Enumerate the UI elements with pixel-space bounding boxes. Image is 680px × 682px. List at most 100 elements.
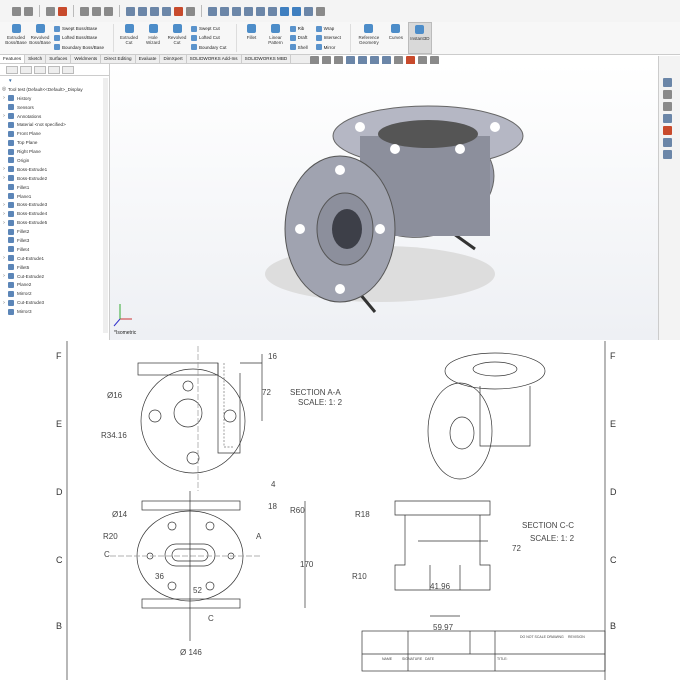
- swept-cut-button[interactable]: Swept Cut: [191, 25, 227, 32]
- view-palette-icon[interactable]: [663, 114, 672, 123]
- tree-item[interactable]: Fillet3: [0, 236, 109, 245]
- extruded-boss-button[interactable]: Extruded Boss/Base: [4, 22, 28, 54]
- dimetric-view-icon[interactable]: [304, 6, 313, 16]
- expand-icon[interactable]: ›: [0, 273, 8, 279]
- tree-item[interactable]: Plane2: [0, 280, 109, 289]
- appearance-icon[interactable]: [174, 6, 183, 16]
- select-icon[interactable]: [46, 6, 55, 16]
- left-view-icon[interactable]: [244, 6, 253, 16]
- tree-item[interactable]: Fillet5: [0, 263, 109, 272]
- instant3d-button[interactable]: Instant3D: [407, 22, 432, 54]
- tree-item[interactable]: Front Plane: [0, 129, 109, 138]
- lofted-cut-button[interactable]: Lofted Cut: [191, 34, 227, 41]
- tree-item[interactable]: › Cut-Extrude3: [0, 298, 109, 307]
- tree-item[interactable]: Plane1: [0, 192, 109, 201]
- hole-wizard-button[interactable]: Hole Wizard: [141, 22, 165, 54]
- tree-item[interactable]: › Boss-Extrude3: [0, 200, 109, 209]
- tab-direct-editing[interactable]: Direct Editing: [101, 55, 136, 63]
- tab-weldments[interactable]: Weldments: [71, 55, 102, 63]
- view-icon[interactable]: [126, 6, 135, 16]
- graphics-viewport[interactable]: [110, 64, 658, 340]
- tab-addins[interactable]: SOLIDWORKS Add-Ins: [187, 55, 242, 63]
- forum-icon[interactable]: [663, 150, 672, 159]
- expand-icon[interactable]: ›: [0, 211, 8, 217]
- design-library-icon[interactable]: [663, 90, 672, 99]
- tree-item[interactable]: Material <not specified>: [0, 120, 109, 129]
- front-view-icon[interactable]: [220, 6, 229, 16]
- monitor-icon[interactable]: [186, 6, 195, 16]
- tab-dimxpert[interactable]: DimXpert: [160, 55, 187, 63]
- shell-button[interactable]: Shell: [289, 44, 308, 51]
- sketch-icon[interactable]: [104, 6, 113, 16]
- expand-icon[interactable]: ›: [0, 220, 8, 226]
- fillet-button[interactable]: Fillet: [240, 22, 264, 54]
- top-view-icon[interactable]: [268, 6, 277, 16]
- tree-item[interactable]: Sensors: [0, 103, 109, 112]
- display-manager-tab[interactable]: [62, 66, 74, 74]
- curves-button[interactable]: Curves: [384, 22, 408, 54]
- configuration-manager-tab[interactable]: [34, 66, 46, 74]
- trimetric-view-icon[interactable]: [292, 6, 301, 16]
- tree-item[interactable]: Fillet1: [0, 183, 109, 192]
- appearances-icon[interactable]: [663, 126, 672, 135]
- expand-icon[interactable]: ›: [0, 95, 8, 101]
- wrap-button[interactable]: Wrap: [315, 25, 341, 32]
- tab-surfaces[interactable]: Surfaces: [46, 55, 72, 63]
- tab-sketch[interactable]: Sketch: [25, 55, 47, 63]
- tree-item[interactable]: › Boss-Extrude1: [0, 165, 109, 174]
- expand-icon[interactable]: ›: [0, 255, 8, 261]
- tree-item[interactable]: Right Plane: [0, 147, 109, 156]
- tree-item[interactable]: › Cut-Extrude1: [0, 254, 109, 263]
- expand-icon[interactable]: ›: [0, 175, 8, 181]
- filter-icon[interactable]: ▼: [0, 76, 109, 85]
- property-manager-tab[interactable]: [20, 66, 32, 74]
- extruded-cut-button[interactable]: Extruded Cut: [117, 22, 141, 54]
- tree-item[interactable]: › History: [0, 94, 109, 103]
- expand-icon[interactable]: ›: [0, 166, 8, 172]
- tab-evaluate[interactable]: Evaluate: [136, 55, 161, 63]
- revolved-cut-button[interactable]: Revolved Cut: [165, 22, 189, 54]
- tree-item[interactable]: Fillet2: [0, 227, 109, 236]
- right-view-icon[interactable]: [256, 6, 265, 16]
- boundary-cut-button[interactable]: Boundary Cut: [191, 44, 227, 51]
- open-icon[interactable]: [24, 6, 33, 16]
- tab-features[interactable]: Features: [0, 55, 26, 63]
- swept-boss-button[interactable]: Swept Boss/Base: [54, 25, 104, 32]
- tree-item[interactable]: Top Plane: [0, 138, 109, 147]
- search-icon[interactable]: [80, 6, 89, 16]
- tree-root[interactable]: ◎ Tool test (Default<<Default>_Display: [0, 85, 109, 94]
- hide-icon[interactable]: [162, 6, 171, 16]
- tree-item[interactable]: › Boss-Extrude4: [0, 209, 109, 218]
- resources-icon[interactable]: [663, 78, 672, 87]
- tree-item[interactable]: Origin: [0, 156, 109, 165]
- tree-item[interactable]: › Annotations: [0, 112, 109, 121]
- isometric-view-icon[interactable]: [280, 6, 289, 16]
- expand-icon[interactable]: ›: [0, 300, 8, 306]
- reference-geometry-button[interactable]: Reference Geometry: [354, 22, 384, 54]
- linear-pattern-button[interactable]: Linear Pattern: [264, 22, 288, 54]
- tree-scrollbar[interactable]: [103, 78, 108, 333]
- tree-item[interactable]: › Boss-Extrude2: [0, 174, 109, 183]
- rebuild-icon[interactable]: [58, 6, 67, 16]
- lofted-boss-button[interactable]: Lofted Boss/Base: [54, 34, 104, 41]
- boundary-boss-button[interactable]: Boundary Boss/Base: [54, 44, 104, 51]
- dimxpert-manager-tab[interactable]: [48, 66, 60, 74]
- pencil-icon[interactable]: [316, 6, 325, 16]
- draft-button[interactable]: Draft: [289, 34, 308, 41]
- tree-item[interactable]: Mirror3: [0, 307, 109, 316]
- custom-properties-icon[interactable]: [663, 138, 672, 147]
- tree-item[interactable]: Fillet4: [0, 245, 109, 254]
- section-icon[interactable]: [138, 6, 147, 16]
- rib-button[interactable]: Rib: [289, 25, 308, 32]
- zoom-icon[interactable]: [92, 6, 101, 16]
- expand-icon[interactable]: ›: [0, 113, 8, 119]
- tree-item[interactable]: Mirror2: [0, 289, 109, 298]
- normal-to-icon[interactable]: [208, 6, 217, 16]
- feature-manager-tab[interactable]: [6, 66, 18, 74]
- tree-item[interactable]: › Cut-Extrude2: [0, 272, 109, 281]
- back-view-icon[interactable]: [232, 6, 241, 16]
- intersect-button[interactable]: Intersect: [315, 34, 341, 41]
- revolved-boss-button[interactable]: Revolved Boss/Base: [28, 22, 52, 54]
- expand-icon[interactable]: ›: [0, 202, 8, 208]
- display-icon[interactable]: [150, 6, 159, 16]
